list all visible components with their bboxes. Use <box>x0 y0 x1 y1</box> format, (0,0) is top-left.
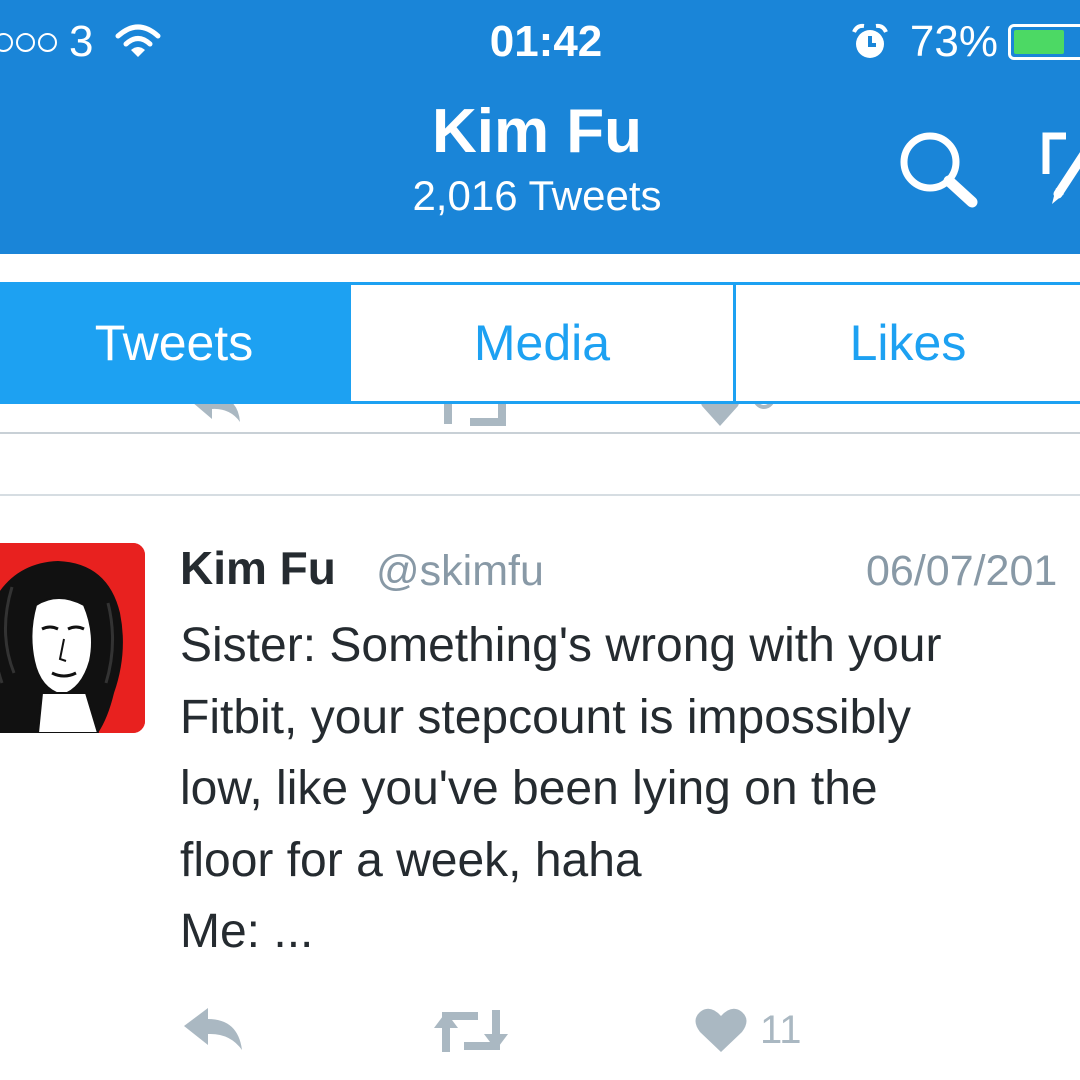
retweet-button[interactable] <box>432 1004 510 1058</box>
tweet-divider <box>0 494 1080 496</box>
battery-level-fill <box>1014 30 1064 54</box>
tweet-text[interactable]: Sister: Something's wrong with your Fitb… <box>180 610 1080 968</box>
search-button[interactable] <box>894 126 986 212</box>
compose-button[interactable] <box>1036 128 1080 208</box>
retweet-icon[interactable] <box>440 404 510 432</box>
tab-tweets[interactable]: Tweets <box>0 285 348 401</box>
avatar[interactable] <box>0 543 145 733</box>
avatar-illustration <box>0 543 145 733</box>
tweet-author-name[interactable]: Kim Fu <box>180 540 336 596</box>
retweet-icon <box>434 1010 508 1052</box>
tweet-date: 06/07/201 <box>866 547 1058 595</box>
status-bar-right: 73% <box>850 14 1080 70</box>
reply-icon <box>184 1008 242 1050</box>
reply-icon[interactable] <box>186 404 246 432</box>
profile-header: 3 01:42 73% Kim Fu 2,016 Tweets <box>0 0 1080 254</box>
heart-icon <box>695 1008 747 1052</box>
heart-icon[interactable] <box>698 404 778 432</box>
battery-icon <box>1008 24 1080 60</box>
compose-icon <box>1042 132 1080 204</box>
like-button[interactable]: 11 <box>694 1004 810 1056</box>
search-icon <box>900 132 978 208</box>
alarm-icon <box>852 23 888 58</box>
tweet-author-handle[interactable]: @skimfu <box>376 543 544 599</box>
tab-likes[interactable]: Likes <box>736 285 1080 401</box>
profile-tabs: Tweets Media Likes <box>0 282 1080 404</box>
reply-button[interactable] <box>180 1006 246 1054</box>
tab-media[interactable]: Media <box>348 285 736 401</box>
like-count: 11 <box>760 1008 802 1052</box>
tabs-divider <box>0 432 1080 434</box>
battery-percent: 73% <box>909 17 998 66</box>
previous-tweet-actions <box>0 404 1080 444</box>
